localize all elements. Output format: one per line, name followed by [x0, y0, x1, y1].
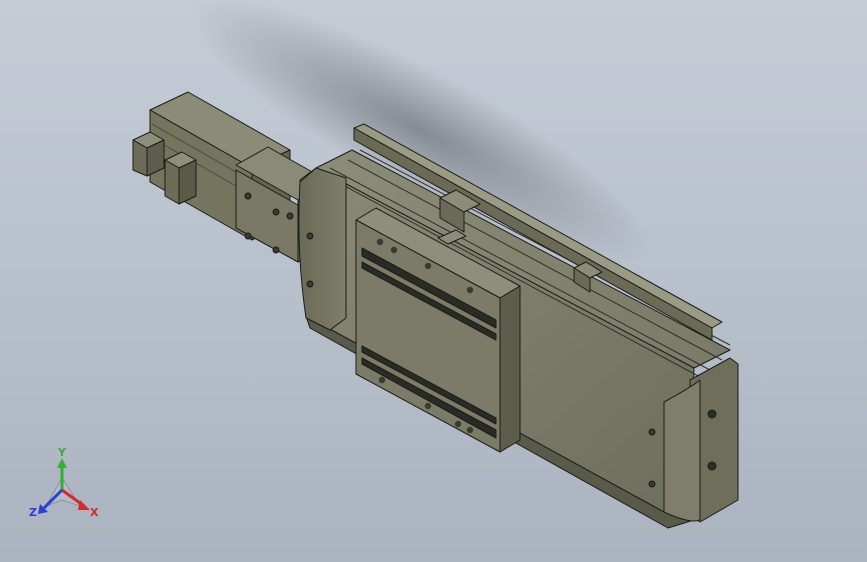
- motor-end-plate[interactable]: [298, 167, 347, 331]
- triad-y-label: Y: [57, 446, 67, 459]
- cad-viewport[interactable]: Y X Z: [0, 0, 867, 562]
- y-axis-arrow: [57, 458, 67, 468]
- triad-z-label: Z: [29, 506, 37, 519]
- axis-triad: Y X Z: [29, 446, 99, 519]
- model-canvas: Y X Z: [29, 0, 739, 529]
- triad-x-label: X: [90, 506, 99, 519]
- x-axis-arrow: [78, 500, 90, 510]
